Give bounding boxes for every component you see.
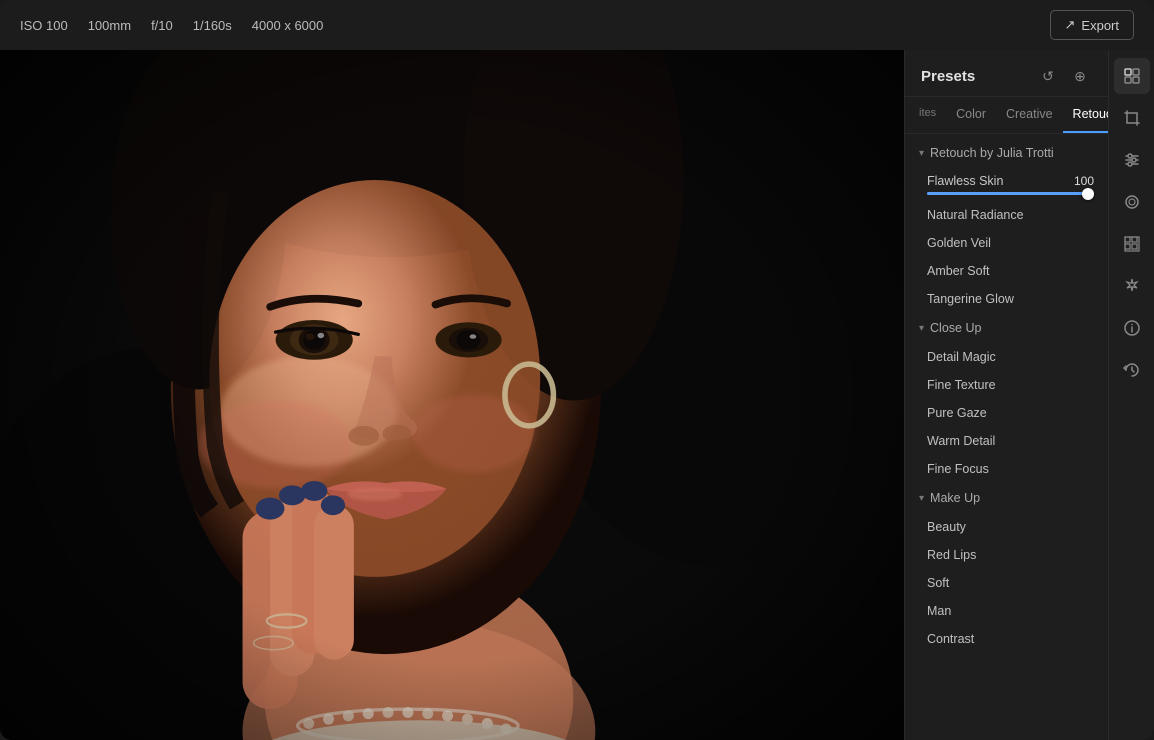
tool-info[interactable] [1114, 310, 1150, 346]
focal-length: 100mm [88, 18, 131, 33]
presets-panel: Presets ↺ ⊕ ites Color Creative Retouch … [905, 50, 1108, 740]
preset-tabs: ites Color Creative Retouch External [905, 97, 1108, 134]
heal-icon [1123, 193, 1141, 211]
preset-red-lips[interactable]: Red Lips [905, 541, 1108, 569]
reset-button[interactable]: ↺ [1036, 64, 1060, 88]
preset-red-lips-label: Red Lips [927, 548, 976, 562]
preset-flawless-skin-value: 100 [1074, 174, 1094, 188]
preset-amber-soft-label: Amber Soft [927, 264, 990, 278]
presets-list[interactable]: ▾ Retouch by Julia Trotti Flawless Skin … [905, 134, 1108, 740]
top-bar: ISO 100 100mm f/10 1/160s 4000 x 6000 ↗ … [0, 0, 1154, 50]
preset-fine-focus[interactable]: Fine Focus [905, 455, 1108, 483]
preset-contrast[interactable]: Contrast [905, 625, 1108, 653]
tool-crop[interactable] [1114, 100, 1150, 136]
presets-title: Presets [921, 68, 975, 85]
tool-history[interactable] [1114, 352, 1150, 388]
tab-color[interactable]: Color [946, 97, 996, 133]
crop-icon [1123, 109, 1141, 127]
preset-contrast-label: Contrast [927, 632, 974, 646]
tab-retouch[interactable]: Retouch [1063, 97, 1108, 133]
grid-icon [1123, 235, 1141, 253]
group-make-up-label: Make Up [930, 491, 980, 505]
preset-pure-gaze[interactable]: Pure Gaze [905, 399, 1108, 427]
photo-area [0, 50, 904, 740]
group-close-up-label: Close Up [930, 321, 981, 335]
effects-icon [1123, 277, 1141, 295]
chevron-close-up-icon: ▾ [919, 323, 924, 334]
group-retouch-julia[interactable]: ▾ Retouch by Julia Trotti [905, 138, 1108, 168]
shutter-speed: 1/160s [193, 18, 232, 33]
group-make-up[interactable]: ▾ Make Up [905, 483, 1108, 513]
group-retouch-julia-label: Retouch by Julia Trotti [930, 146, 1054, 160]
preset-flawless-skin-label: Flawless Skin [927, 174, 1003, 188]
resolution: 4000 x 6000 [252, 18, 324, 33]
preset-natural-radiance-label: Natural Radiance [927, 208, 1024, 222]
tool-grid[interactable] [1114, 226, 1150, 262]
aperture: f/10 [151, 18, 173, 33]
preset-pure-gaze-label: Pure Gaze [927, 406, 987, 420]
main-content: Presets ↺ ⊕ ites Color Creative Retouch … [0, 50, 1154, 740]
preset-fine-texture-label: Fine Texture [927, 378, 996, 392]
add-preset-button[interactable]: ⊕ [1068, 64, 1092, 88]
iso-value: ISO 100 [20, 18, 68, 33]
tab-faves[interactable]: ites [909, 97, 946, 133]
preset-detail-magic[interactable]: Detail Magic [905, 343, 1108, 371]
adjustments-icon [1123, 151, 1141, 169]
tool-heal[interactable] [1114, 184, 1150, 220]
preset-warm-detail-label: Warm Detail [927, 434, 995, 448]
preset-golden-veil[interactable]: Golden Veil [905, 229, 1108, 257]
presets-icon [1123, 67, 1141, 85]
preset-natural-radiance[interactable]: Natural Radiance [905, 201, 1108, 229]
preset-beauty[interactable]: Beauty [905, 513, 1108, 541]
preset-fine-texture[interactable]: Fine Texture [905, 371, 1108, 399]
preset-tangerine-glow-label: Tangerine Glow [927, 292, 1014, 306]
preset-soft[interactable]: Soft [905, 569, 1108, 597]
export-label: Export [1081, 18, 1119, 33]
preset-man-label: Man [927, 604, 951, 618]
presets-header: Presets ↺ ⊕ [905, 50, 1108, 97]
info-icon [1123, 319, 1141, 337]
export-icon: ↗ [1065, 17, 1076, 33]
export-button[interactable]: ↗ Export [1050, 10, 1134, 40]
tab-creative[interactable]: Creative [996, 97, 1063, 133]
preset-flawless-skin[interactable]: Flawless Skin 100 [905, 168, 1108, 201]
preset-man[interactable]: Man [905, 597, 1108, 625]
presets-header-actions: ↺ ⊕ [1036, 64, 1092, 88]
preset-tangerine-glow[interactable]: Tangerine Glow [905, 285, 1108, 313]
chevron-make-up-icon: ▾ [919, 493, 924, 504]
preset-warm-detail[interactable]: Warm Detail [905, 427, 1108, 455]
tools-panel [1108, 50, 1154, 740]
preset-soft-label: Soft [927, 576, 949, 590]
preset-beauty-label: Beauty [927, 520, 966, 534]
preset-flawless-skin-slider[interactable] [927, 192, 1094, 195]
app-container: ISO 100 100mm f/10 1/160s 4000 x 6000 ↗ … [0, 0, 1154, 740]
tool-presets[interactable] [1114, 58, 1150, 94]
group-close-up[interactable]: ▾ Close Up [905, 313, 1108, 343]
preset-detail-magic-label: Detail Magic [927, 350, 996, 364]
camera-info: ISO 100 100mm f/10 1/160s 4000 x 6000 [20, 18, 323, 33]
history-icon [1123, 361, 1141, 379]
portrait-image [0, 50, 904, 740]
slider-fill [927, 192, 1094, 195]
preset-fine-focus-label: Fine Focus [927, 462, 989, 476]
right-sidebar: Presets ↺ ⊕ ites Color Creative Retouch … [904, 50, 1154, 740]
preset-amber-soft[interactable]: Amber Soft [905, 257, 1108, 285]
slider-thumb[interactable] [1082, 188, 1094, 200]
tool-effects[interactable] [1114, 268, 1150, 304]
chevron-icon: ▾ [919, 148, 924, 159]
tool-adjustments[interactable] [1114, 142, 1150, 178]
preset-golden-veil-label: Golden Veil [927, 236, 991, 250]
